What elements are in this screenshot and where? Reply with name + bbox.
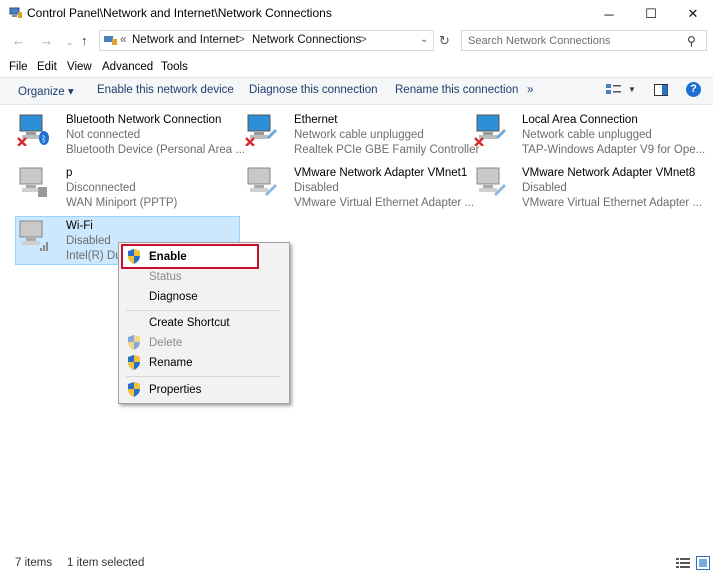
item-name: VMware Network Adapter VMnet8 xyxy=(522,167,696,179)
item-status: Not connected xyxy=(66,129,141,141)
view-options-icon[interactable] xyxy=(606,84,622,96)
menu-item-create-shortcut[interactable]: Create Shortcut xyxy=(149,317,230,329)
organize-button[interactable]: Organize ▾ xyxy=(18,84,74,98)
menu-edit[interactable]: Edit xyxy=(37,61,57,73)
uac-shield-icon xyxy=(128,249,140,264)
menu-separator xyxy=(126,310,281,311)
rename-connection-button[interactable]: Rename this connection xyxy=(395,84,518,96)
item-device: Bluetooth Device (Personal Area ... xyxy=(66,144,245,156)
item-status: Disabled xyxy=(294,182,339,194)
item-status: Disabled xyxy=(66,235,111,247)
list-item[interactable] xyxy=(16,165,50,202)
item-device: VMware Virtual Ethernet Adapter ... xyxy=(522,197,703,209)
up-arrow-icon[interactable]: ↑ xyxy=(81,33,88,48)
view-dropdown-icon[interactable]: ▼ xyxy=(628,85,636,94)
svg-text:ᛒ: ᛒ xyxy=(41,134,46,145)
list-item[interactable] xyxy=(473,112,507,149)
menu-item-diagnose[interactable]: Diagnose xyxy=(149,291,198,303)
menu-tools[interactable]: Tools xyxy=(161,61,188,73)
breadcrumb-separator[interactable]: > xyxy=(360,34,367,46)
vpn-icon xyxy=(19,167,47,197)
item-name: Local Area Connection xyxy=(522,114,638,126)
diagnose-connection-button[interactable]: Diagnose this connection xyxy=(249,84,378,96)
item-status: Network cable unplugged xyxy=(294,129,424,141)
ethernet-icon xyxy=(245,114,278,147)
search-placeholder[interactable]: Search Network Connections xyxy=(468,35,610,47)
lan-icon xyxy=(474,114,507,147)
menu-item-enable[interactable]: Enable xyxy=(149,251,187,263)
vmware-adapter-icon xyxy=(247,167,278,197)
large-icons-view-icon[interactable] xyxy=(696,556,710,570)
back-arrow-icon[interactable]: ← xyxy=(12,33,25,48)
status-selected-count: 1 item selected xyxy=(67,557,145,569)
list-item[interactable] xyxy=(16,218,50,255)
bluetooth-network-icon: ᛒ xyxy=(17,114,49,147)
chevron-down-icon[interactable]: ⌄ xyxy=(420,34,428,45)
forward-arrow-icon[interactable]: → xyxy=(40,33,53,48)
menu-item-rename[interactable]: Rename xyxy=(149,357,192,369)
menu-advanced[interactable]: Advanced xyxy=(102,61,153,73)
minimize-button[interactable]: ─ xyxy=(586,0,632,28)
menu-separator xyxy=(126,376,281,377)
item-name: VMware Network Adapter VMnet1 xyxy=(294,167,468,179)
breadcrumb-network-and-internet[interactable]: Network and Internet xyxy=(132,34,239,46)
close-button[interactable]: ✕ xyxy=(670,0,713,28)
item-device: WAN Miniport (PPTP) xyxy=(66,197,178,209)
uac-shield-icon xyxy=(128,355,140,370)
item-name: Wi-Fi xyxy=(66,220,93,232)
menu-item-properties[interactable]: Properties xyxy=(149,384,201,396)
list-item[interactable]: ᛒ xyxy=(16,112,50,149)
item-status: Disabled xyxy=(522,182,567,194)
enable-device-button[interactable]: Enable this network device xyxy=(97,84,234,96)
enable-highlight-box[interactable] xyxy=(121,244,259,269)
list-item[interactable] xyxy=(244,165,278,202)
network-folder-icon xyxy=(104,36,117,45)
more-commands-button[interactable]: » xyxy=(527,84,533,96)
breadcrumb-network-connections[interactable]: Network Connections xyxy=(252,34,361,46)
item-status: Network cable unplugged xyxy=(522,129,652,141)
item-device: Realtek PCIe GBE Family Controller xyxy=(294,144,480,156)
item-name: Ethernet xyxy=(294,114,338,126)
item-device: TAP-Windows Adapter V9 for Ope... xyxy=(522,144,706,156)
preview-pane-icon[interactable] xyxy=(654,84,668,96)
item-status: Disconnected xyxy=(66,182,136,194)
maximize-button[interactable]: ☐ xyxy=(628,0,674,28)
list-item[interactable] xyxy=(473,165,507,202)
recent-locations-icon[interactable]: ⌄ xyxy=(66,37,74,48)
item-name: p xyxy=(66,167,73,179)
network-connections-icon xyxy=(9,7,22,18)
breadcrumb-overflow[interactable]: « xyxy=(120,34,126,46)
breadcrumb-separator[interactable]: > xyxy=(238,34,245,46)
help-icon[interactable]: ? xyxy=(686,82,701,97)
status-item-count: 7 items xyxy=(15,557,53,569)
menu-view[interactable]: View xyxy=(67,61,92,73)
item-name: Bluetooth Network Connection xyxy=(66,114,222,126)
list-item[interactable] xyxy=(244,112,278,149)
menu-item-status: Status xyxy=(149,271,182,283)
uac-shield-icon xyxy=(128,335,140,350)
refresh-icon[interactable]: ↻ xyxy=(439,33,450,49)
vmware-adapter-icon xyxy=(476,167,507,197)
wifi-icon xyxy=(19,220,48,251)
search-icon[interactable]: ⚲ xyxy=(687,34,696,48)
item-device: VMware Virtual Ethernet Adapter ... xyxy=(294,197,475,209)
menu-file[interactable]: File xyxy=(9,61,28,73)
uac-shield-icon xyxy=(128,382,140,397)
item-device: Intel(R) Du xyxy=(66,250,122,262)
window-title: Control Panel\Network and Internet\Netwo… xyxy=(27,6,332,20)
details-view-icon[interactable] xyxy=(676,557,690,569)
menu-item-delete: Delete xyxy=(149,337,183,349)
